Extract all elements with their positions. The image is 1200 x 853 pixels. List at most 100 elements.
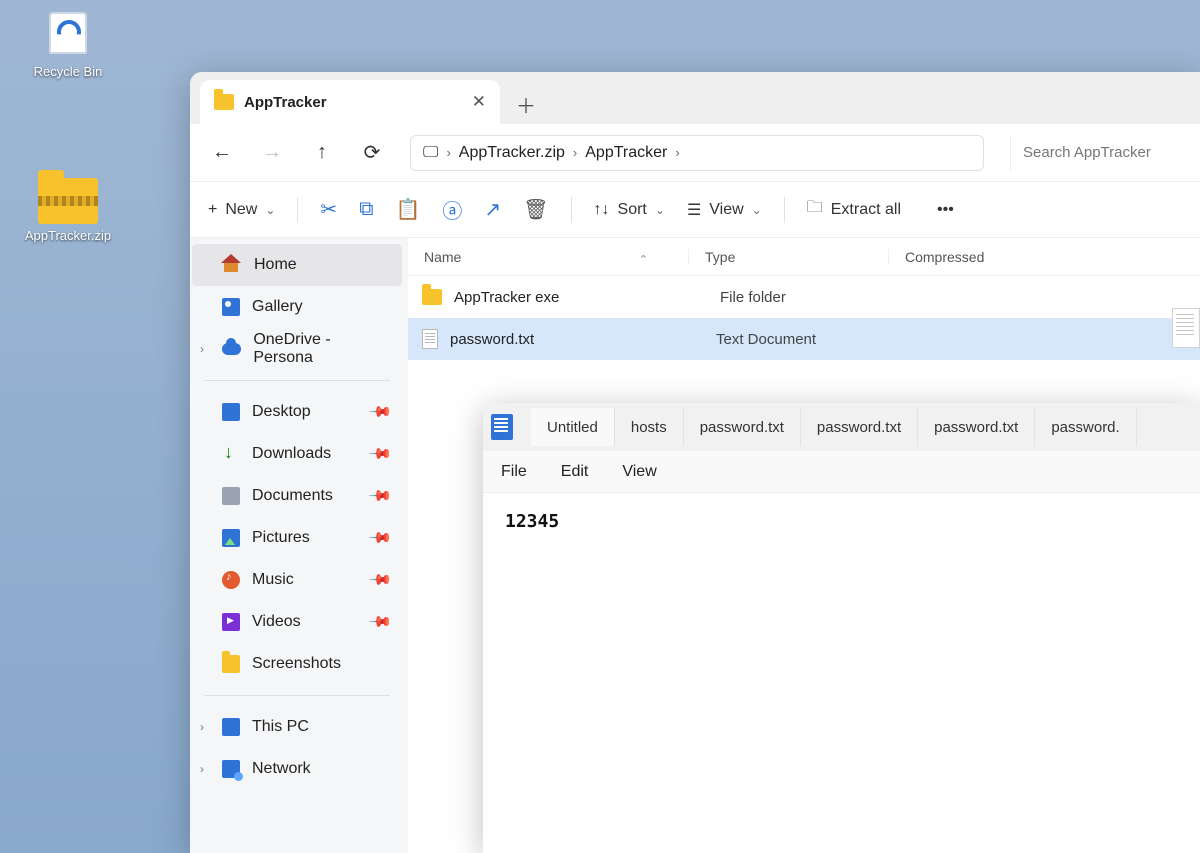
videos-icon [222,613,240,631]
home-icon [222,256,242,274]
cut-button[interactable]: ✂ [320,197,337,222]
sidebar-item-downloads[interactable]: Downloads📌 [192,433,402,475]
chevron-right-icon[interactable]: › [200,342,204,356]
notepad-tab[interactable]: hosts [615,408,684,446]
explorer-tabbar: AppTracker ✕ ＋ [190,72,1200,124]
sidebar-item-desktop[interactable]: Desktop📌 [192,391,402,433]
plus-circle-icon: + [208,201,217,219]
sidebar-item-onedrive[interactable]: ›OneDrive - Persona [192,328,402,370]
sidebar-item-videos[interactable]: Videos📌 [192,601,402,643]
chevron-down-icon: ⌄ [265,203,275,217]
column-name[interactable]: Name [424,249,461,265]
menu-file[interactable]: File [501,463,527,481]
music-icon [222,571,240,589]
delete-button[interactable]: 🗑 [523,197,548,222]
sidebar-item-documents[interactable]: Documents📌 [192,475,402,517]
sidebar-item-pictures[interactable]: Pictures📌 [192,517,402,559]
menu-view[interactable]: View [622,463,656,481]
new-tab-button[interactable]: ＋ [506,84,546,124]
notepad-tab[interactable]: password.txt [684,408,801,446]
explorer-sidebar: Home Gallery ›OneDrive - Persona Desktop… [190,238,408,853]
notepad-window: Untitledhostspassword.txtpassword.txtpas… [483,403,1200,853]
column-headers[interactable]: Name ⌃ Type Compressed [408,238,1200,276]
network-icon [222,760,240,778]
notepad-tab[interactable]: password.txt [918,408,1035,446]
desktop-icon-recycle-bin[interactable]: Recycle Bin [20,6,116,79]
nav-up-button[interactable]: ↑ [310,141,334,164]
download-icon [222,445,240,463]
rename-button[interactable]: ⓐ [442,195,462,224]
folder-icon [422,289,442,305]
explorer-tab[interactable]: AppTracker ✕ [200,80,500,124]
chevron-right-icon: › [446,145,450,160]
notepad-app-icon [491,414,513,440]
menu-edit[interactable]: Edit [561,463,589,481]
recycle-bin-icon [41,6,95,60]
nav-refresh-button[interactable]: ⟳ [360,140,384,165]
column-type[interactable]: Type [688,249,888,265]
separator [784,197,785,223]
file-row[interactable]: password.txt Text Document [408,318,1200,360]
folder-icon [214,94,234,110]
chevron-right-icon[interactable]: › [200,720,204,734]
share-button[interactable]: ↗ [484,197,501,222]
close-tab-icon[interactable]: ✕ [472,92,486,112]
pin-icon: 📌 [368,567,394,593]
file-row[interactable]: AppTracker exeFile folder [408,276,1200,318]
sort-indicator-icon: ⌃ [639,253,648,266]
text-file-icon [422,329,438,349]
separator [204,380,390,381]
pictures-icon [222,529,240,547]
sidebar-item-gallery[interactable]: Gallery [192,286,402,328]
desktop-icon [222,403,240,421]
notepad-tab[interactable]: password. [1035,408,1136,446]
more-button[interactable]: ••• [937,201,954,219]
view-button[interactable]: ☰View⌄ [687,200,762,220]
extract-all-button[interactable]: 🗀Extract all [807,196,901,223]
notepad-tabbar: Untitledhostspassword.txtpassword.txtpas… [483,403,1200,451]
sidebar-item-home[interactable]: Home [192,244,402,286]
documents-icon [222,487,240,505]
chevron-down-icon: ⌄ [655,203,665,217]
search-input[interactable]: Search AppTracker [1010,135,1180,171]
file-name: password.txt [450,331,704,348]
pin-icon: 📌 [368,525,394,551]
copy-button[interactable]: ⧉ [359,198,373,221]
notepad-content[interactable]: 12345 [483,493,1200,550]
chevron-down-icon: ⌄ [752,203,762,217]
sidebar-item-music[interactable]: Music📌 [192,559,402,601]
pin-icon: 📌 [368,609,394,635]
notepad-menubar: File Edit View [483,451,1200,493]
nav-back-button[interactable]: ← [210,141,234,164]
explorer-nav-row: ← → ↑ ⟳ 🖵 › AppTracker.zip › AppTracker … [190,124,1200,182]
view-icon: ☰ [687,200,701,220]
paste-button[interactable]: 📋 [395,197,420,222]
breadcrumb[interactable]: 🖵 › AppTracker.zip › AppTracker › [410,135,984,171]
separator [571,197,572,223]
desktop-icon-apptracker-zip[interactable]: AppTracker.zip [20,178,116,243]
monitor-icon: 🖵 [423,144,438,162]
sidebar-item-this-pc[interactable]: ›This PC [192,706,402,748]
pin-icon: 📌 [368,441,394,467]
breadcrumb-segment[interactable]: AppTracker [585,144,667,162]
sort-button[interactable]: ↑↓Sort⌄ [594,201,665,219]
column-compressed[interactable]: Compressed [888,249,1200,265]
sort-icon: ↑↓ [594,201,610,219]
cloud-icon [222,343,241,355]
sidebar-item-network[interactable]: ›Network [192,748,402,790]
desktop-icon-label: Recycle Bin [20,64,116,79]
file-type: Text Document [716,331,916,348]
nav-forward-button[interactable]: → [260,141,284,164]
chevron-right-icon[interactable]: › [200,762,204,776]
separator [297,197,298,223]
new-button[interactable]: + New ⌄ [208,201,275,219]
pc-icon [222,718,240,736]
zip-folder-icon [38,178,98,224]
desktop-icon-label: AppTracker.zip [20,228,116,243]
extract-icon: 🗀 [807,196,823,223]
notepad-tab[interactable]: password.txt [801,408,918,446]
breadcrumb-segment[interactable]: AppTracker.zip [459,144,565,162]
notepad-tab[interactable]: Untitled [531,408,615,446]
sidebar-item-screenshots[interactable]: Screenshots [192,643,402,685]
preview-pane-thumbnail [1172,308,1200,348]
